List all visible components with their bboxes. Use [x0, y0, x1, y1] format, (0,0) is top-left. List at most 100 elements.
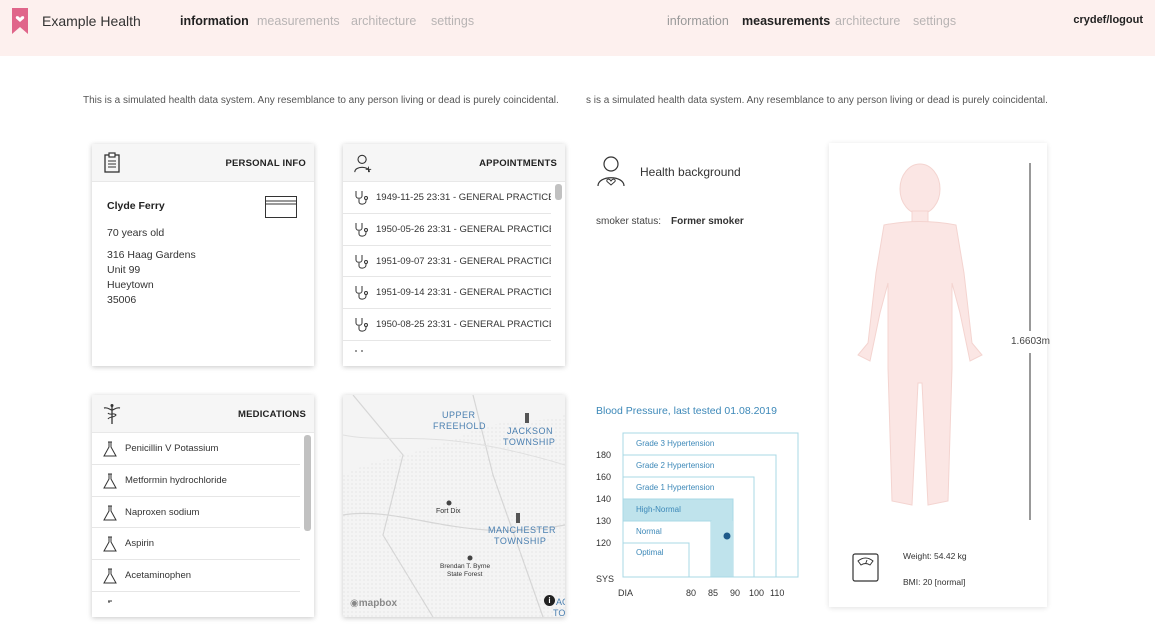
address-line: 316 Haag Gardens — [107, 249, 196, 261]
scale-icon — [852, 553, 879, 582]
appointment-item[interactable]: 1951-09-14 23:31 - GENERAL PRACTICE — [343, 277, 551, 310]
appointment-item[interactable]: 1949-11-25 23:31 - GENERAL PRACTICE — [343, 182, 551, 214]
stethoscope-icon — [355, 349, 363, 352]
appointments-card: APPOINTMENTS 1949-11-25 23:31 - GENERAL … — [343, 144, 565, 366]
weight-value: Weight: 54.42 kg — [903, 551, 967, 561]
mapbox-logo[interactable]: ◉mapbox — [350, 598, 397, 609]
bp-reading-point — [723, 532, 731, 540]
personal-info-header: PERSONAL INFO — [92, 144, 314, 182]
mapbox-circle-icon: ◉ — [350, 598, 359, 609]
medication-text: Penicillin V Potassium — [125, 443, 219, 454]
map-label: JACKSON — [507, 426, 554, 436]
medication-item[interactable]: Aspirin — [92, 528, 300, 561]
clipboard-icon — [104, 152, 120, 173]
dia-tick: 80 — [686, 588, 697, 598]
appointment-text: 1949-11-25 23:31 - GENERAL PRACTICE — [376, 192, 551, 203]
flask-icon — [103, 536, 117, 552]
smoker-status-value: Former smoker — [671, 216, 744, 227]
logout-link[interactable]: crydef/logout — [1073, 14, 1143, 26]
medication-item[interactable]: Penicillin V Potassium — [92, 433, 300, 465]
personal-info-card: PERSONAL INFO Clyde Ferry 70 years old 3… — [92, 144, 314, 366]
stethoscope-icon — [355, 222, 368, 237]
nav-architecture[interactable]: architecture — [351, 14, 416, 28]
flask-icon — [103, 441, 117, 457]
stethoscope-icon — [355, 191, 368, 205]
medications-title: MEDICATIONS — [238, 409, 306, 420]
personal-info-title: PERSONAL INFO — [225, 158, 306, 169]
stethoscope-icon — [355, 286, 368, 301]
appointment-text: 1951-09-07 23:31 - GENERAL PRACTICE — [376, 255, 551, 267]
bookmark-heart-logo-icon[interactable] — [12, 8, 28, 34]
map-label: TOWN — [553, 608, 565, 617]
map-label: FREEHOLD — [433, 421, 487, 431]
blood-pressure-chart — [622, 432, 799, 578]
medication-item[interactable]: Metformin hydrochloride — [92, 465, 300, 497]
disclaimer-text-right: s is a simulated health data system. Any… — [586, 95, 1048, 106]
nav-settings[interactable]: settings — [431, 14, 474, 28]
sys-tick: 120 — [596, 538, 612, 548]
appointment-item[interactable]: 1951-09-07 23:31 - GENERAL PRACTICE — [343, 246, 551, 278]
zone-highlight — [711, 521, 733, 577]
smoker-status-label: smoker status: — [596, 216, 662, 227]
person-heart-icon — [597, 156, 625, 187]
flask-icon — [108, 600, 112, 603]
nav-measurements[interactable]: measurements — [257, 14, 340, 28]
nav-information-right[interactable]: information — [667, 14, 729, 28]
dia-tick: 100 — [749, 588, 765, 598]
map-label: Brendan T. Byrne — [440, 563, 491, 570]
flask-icon — [103, 568, 117, 584]
zone-label: Grade 3 Hypertension — [636, 439, 715, 448]
human-body-silhouette — [857, 163, 983, 506]
blood-pressure-title: Blood Pressure, last tested 01.08.2019 — [596, 405, 777, 417]
medication-text: Naproxen sodium — [125, 506, 200, 518]
stethoscope-icon — [355, 254, 368, 269]
appointments-title: APPOINTMENTS — [479, 158, 557, 169]
info-icon[interactable]: i — [544, 595, 555, 606]
doctor-icon — [354, 154, 372, 173]
zone-label: Optimal — [636, 548, 664, 557]
map-label: AC — [556, 597, 565, 607]
sys-tick: 160 — [596, 472, 612, 482]
address-line: Hueytown — [107, 279, 154, 291]
stethoscope-icon — [355, 318, 368, 332]
nav-architecture-right[interactable]: architecture — [835, 14, 900, 28]
map-card[interactable]: UPPER FREEHOLD JACKSON TOWNSHIP Fort Dix… — [343, 395, 565, 617]
medication-text: Metformin hydrochloride — [125, 474, 227, 486]
dia-tick: 85 — [708, 588, 719, 598]
map-label: MANCHESTER — [488, 525, 557, 535]
appointment-item-partial[interactable] — [343, 341, 551, 352]
zone-label: Normal — [636, 527, 662, 536]
medication-text: Aspirin — [125, 538, 155, 550]
bmi-value: BMI: 20 [normal] — [903, 577, 966, 587]
zone-label: Grade 2 Hypertension — [636, 461, 715, 470]
patient-name: Clyde Ferry — [107, 200, 165, 212]
dia-tick: 90 — [730, 588, 741, 598]
sys-tick: 140 — [596, 494, 612, 504]
map-label: Fort Dix — [436, 508, 461, 515]
sys-axis-label: SYS — [596, 574, 615, 584]
appointment-text: 1950-05-26 23:31 - GENERAL PRACTICE — [376, 223, 551, 235]
medication-text: Acetaminophen — [125, 570, 192, 582]
nav-information[interactable]: information — [180, 14, 249, 28]
mapbox-attribution: mapbox — [358, 598, 398, 609]
flask-icon — [103, 505, 117, 521]
nav-settings-right[interactable]: settings — [913, 14, 956, 28]
medications-header: MEDICATIONS — [92, 395, 314, 433]
medications-scrollbar[interactable] — [304, 435, 311, 531]
map-label: TOWNSHIP — [503, 437, 556, 447]
appointment-text: 1950-08-25 23:31 - GENERAL PRACTICE — [376, 319, 551, 331]
appointments-list[interactable]: 1949-11-25 23:31 - GENERAL PRACTICE 1950… — [343, 182, 551, 352]
appointment-item[interactable]: 1950-05-26 23:31 - GENERAL PRACTICE — [343, 214, 551, 246]
medication-item[interactable]: Naproxen sodium — [92, 497, 300, 529]
appointment-item[interactable]: 1950-08-25 23:31 - GENERAL PRACTICE — [343, 309, 551, 341]
map-label: State Forest — [447, 571, 483, 578]
medication-item-partial[interactable] — [92, 592, 300, 603]
id-card-icon — [265, 196, 297, 218]
map-label: UPPER — [442, 410, 476, 420]
appointments-scrollbar[interactable] — [555, 184, 562, 200]
medications-list[interactable]: Penicillin V Potassium Metformin hydroch… — [92, 433, 300, 603]
nav-measurements-right[interactable]: measurements — [742, 14, 830, 28]
medication-item[interactable]: Acetaminophen — [92, 560, 300, 592]
zone-label: Grade 1 Hypertension — [636, 483, 715, 492]
brand-name[interactable]: Example Health — [42, 13, 141, 29]
